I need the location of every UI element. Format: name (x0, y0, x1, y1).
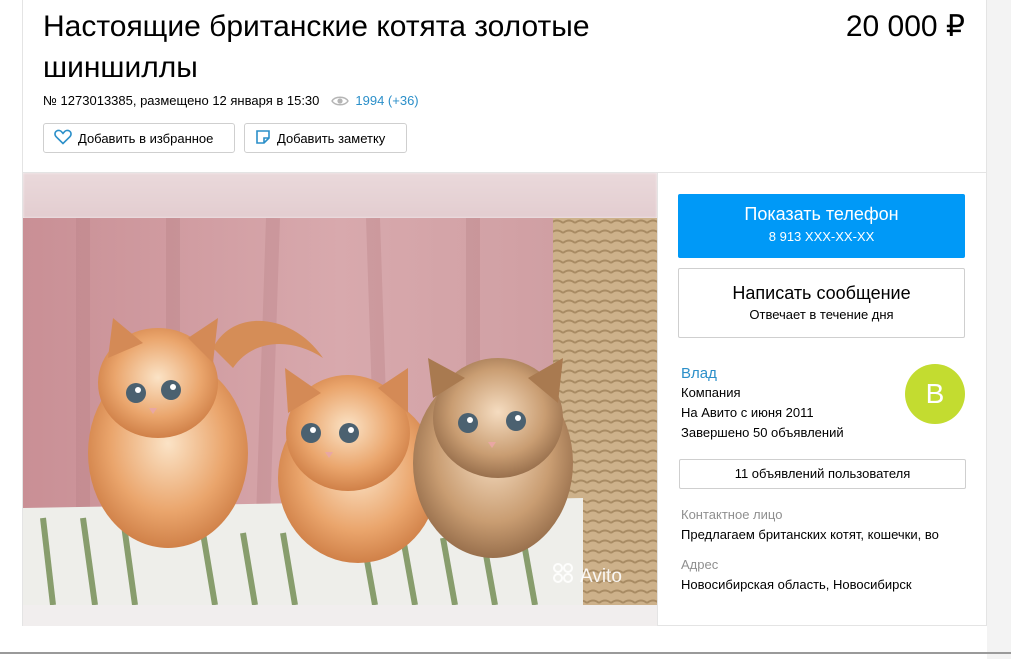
contact-person-value: Предлагаем британских котят, кошечки, во (681, 527, 939, 542)
add-note-label: Добавить заметку (277, 130, 386, 146)
seller-name-link[interactable]: Влад (681, 364, 901, 383)
seller-completed: Завершено 50 объявлений (681, 425, 844, 440)
add-to-favorites-label: Добавить в избранное (78, 130, 214, 146)
seller-info: Влад Компания На Авито с июня 2011 Завер… (681, 364, 901, 443)
listing-id-date: № 1273013385, размещено 12 января в 15:3… (43, 93, 320, 108)
photo-blur-bottom (23, 605, 657, 626)
avatar[interactable]: В (905, 364, 965, 424)
masked-phone-number: 8 913 XXX-XX-XX (768, 229, 875, 244)
seller-type: Компания (681, 385, 741, 400)
address-value: Новосибирская область, Новосибирск (681, 577, 912, 592)
note-icon (255, 129, 277, 148)
listing-page: Настоящие британские котята золотые шинш… (0, 0, 1011, 659)
add-to-favorites-button[interactable]: Добавить в избранное (43, 123, 235, 153)
address-label: Адрес (681, 557, 719, 572)
listing-photo[interactable] (23, 218, 657, 605)
write-message-button[interactable]: Написать сообщение Отвечает в течение дн… (678, 268, 965, 338)
contact-person-label: Контактное лицо (681, 507, 783, 522)
heart-icon (54, 129, 78, 148)
write-message-label: Написать сообщение (732, 283, 911, 303)
photo-blur-top (23, 173, 657, 218)
user-listings-button[interactable]: 11 объявлений пользователя (679, 459, 966, 489)
seller-since: На Авито с июня 2011 (681, 405, 814, 420)
avito-watermark: Avito (552, 562, 622, 592)
show-phone-button[interactable]: Показать телефон 8 913 XXX-XX-XX (678, 194, 965, 258)
eye-icon (331, 95, 350, 107)
show-phone-label: Показать телефон (744, 204, 899, 224)
listing-meta: № 1273013385, размещено 12 января в 15:3… (43, 93, 419, 108)
column-divider (657, 173, 658, 626)
page-gutter (987, 0, 1011, 659)
views-count: 1994 (+36) (355, 93, 419, 108)
avito-logo-icon (552, 562, 580, 592)
add-note-button[interactable]: Добавить заметку (244, 123, 407, 153)
listing-title: Настоящие британские котята золотые шинш… (43, 10, 590, 84)
avito-watermark-text: Avito (580, 566, 622, 587)
window-bottom-edge (0, 652, 1011, 654)
listing-price: 20 000 ₽ (845, 10, 965, 43)
listing-photo-gallery[interactable] (23, 173, 657, 626)
response-time: Отвечает в течение дня (749, 307, 894, 322)
